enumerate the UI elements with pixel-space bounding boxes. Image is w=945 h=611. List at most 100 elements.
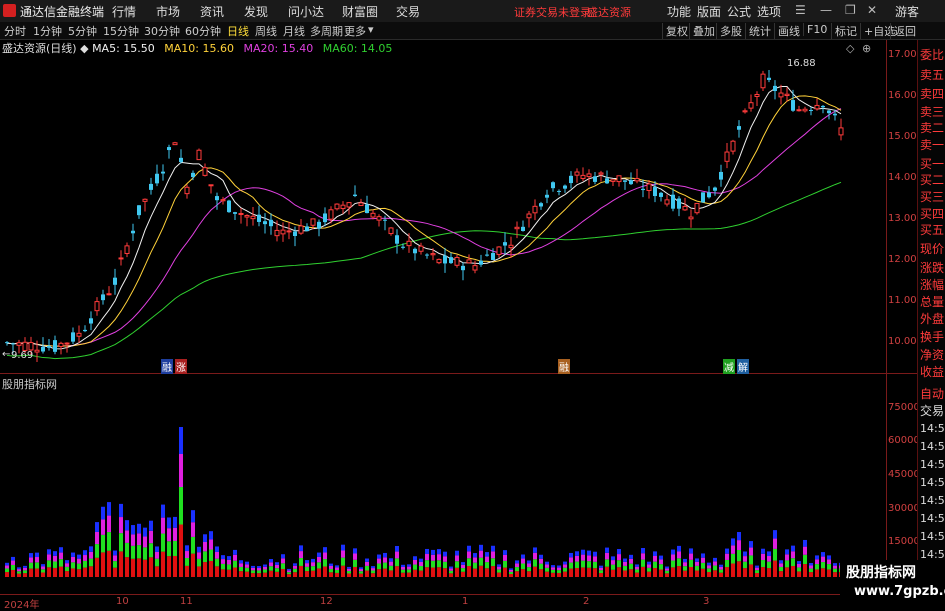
volume-bar xyxy=(167,556,171,577)
chevron-down-icon[interactable]: ▾ xyxy=(368,23,374,36)
quote-row[interactable]: 涨跌 xyxy=(920,259,944,276)
volume-bar xyxy=(449,570,453,574)
volume-bar xyxy=(215,566,219,577)
quote-row[interactable]: 买五 xyxy=(920,221,944,238)
menu-news[interactable]: 资讯 xyxy=(200,3,224,20)
volume-bar xyxy=(551,569,555,573)
close-icon[interactable]: ✕ xyxy=(867,3,877,17)
quote-row[interactable]: 净资 xyxy=(920,346,944,363)
volume-bar xyxy=(809,568,813,573)
volume-bar xyxy=(329,568,333,573)
volume-bar xyxy=(707,562,711,566)
volume-bar xyxy=(347,573,351,577)
volume-bar xyxy=(59,547,63,553)
menu-icon[interactable]: ☰ xyxy=(795,3,806,17)
quote-row[interactable]: 外盘 xyxy=(920,310,944,327)
menu-options[interactable]: 选项 xyxy=(757,3,781,20)
menu-discover[interactable]: 发现 xyxy=(244,3,268,20)
menu-trade[interactable]: 交易 xyxy=(396,3,420,20)
menu-xiaoda[interactable]: 问小达 xyxy=(288,3,324,20)
candle-body xyxy=(5,342,9,344)
period-daily[interactable]: 日线 xyxy=(227,23,249,39)
quote-row[interactable]: 买三 xyxy=(920,188,944,205)
quote-row[interactable]: 卖三 xyxy=(920,103,944,120)
quote-row[interactable]: 委比 xyxy=(920,46,944,63)
period-15min[interactable]: 15分钟 xyxy=(103,23,139,39)
volume-bar xyxy=(239,571,243,577)
volume-bar xyxy=(353,566,357,577)
event-marker[interactable]: 涨 xyxy=(175,359,187,374)
volume-bar xyxy=(521,558,525,564)
menu-function[interactable]: 功能 xyxy=(667,3,691,20)
quote-row[interactable]: 涨幅 xyxy=(920,276,944,293)
ma60-line xyxy=(6,181,842,360)
volume-bar xyxy=(653,568,657,577)
event-marker[interactable]: 融 xyxy=(161,359,173,374)
menu-layout[interactable]: 版面 xyxy=(697,3,721,20)
menu-formula[interactable]: 公式 xyxy=(727,3,751,20)
kline-chart[interactable] xyxy=(0,40,917,610)
menu-quotes[interactable]: 行情 xyxy=(112,3,136,20)
quote-row[interactable]: 卖二 xyxy=(920,119,944,136)
candle-body xyxy=(682,205,688,211)
menu-market[interactable]: 市场 xyxy=(156,3,180,20)
price-tick: 12.00 xyxy=(888,254,917,265)
minimize-icon[interactable]: — xyxy=(820,3,832,17)
quote-row[interactable]: 卖四 xyxy=(920,85,944,102)
volume-bar xyxy=(317,552,321,557)
candle-body xyxy=(539,203,543,207)
period-monthly[interactable]: 月线 xyxy=(283,23,305,39)
f10-button[interactable]: F10 xyxy=(803,23,827,36)
volume-bar xyxy=(23,567,27,571)
mark-button[interactable]: 标记 xyxy=(831,23,857,39)
overlay-button[interactable]: 叠加 xyxy=(689,23,715,39)
volume-bar xyxy=(461,562,465,565)
period-60min[interactable]: 60分钟 xyxy=(185,23,221,39)
period-30min[interactable]: 30分钟 xyxy=(144,23,180,39)
volume-bar xyxy=(251,570,255,574)
tab-trade[interactable]: 交易 xyxy=(920,402,944,419)
back-button[interactable]: 返回 xyxy=(890,23,916,39)
menu-wealth[interactable]: 财富圈 xyxy=(342,3,378,20)
multi-stock-button[interactable]: 多股 xyxy=(716,23,742,39)
candle-body xyxy=(58,342,64,347)
login-warning[interactable]: 证券交易未登录 xyxy=(514,4,591,20)
quote-row[interactable]: 买一 xyxy=(920,155,944,172)
volume-bar xyxy=(371,570,375,574)
volume-bar xyxy=(467,545,471,552)
stats-button[interactable]: 统计 xyxy=(745,23,771,39)
volume-bar xyxy=(767,561,771,569)
event-marker[interactable]: 解 xyxy=(737,359,749,374)
guest-label[interactable]: 游客 xyxy=(895,3,919,20)
time-label: 12 xyxy=(320,596,333,607)
volume-bar xyxy=(293,563,297,566)
quote-row[interactable]: 换手 xyxy=(920,328,944,345)
volume-bar xyxy=(425,548,429,555)
period-multi[interactable]: 多周期 xyxy=(310,23,343,39)
quote-row[interactable]: 总量 xyxy=(920,293,944,310)
quote-row[interactable]: 卖五 xyxy=(920,66,944,83)
volume-bar xyxy=(479,565,483,577)
period-more[interactable]: 更多 xyxy=(344,23,366,39)
maximize-icon[interactable]: ❐ xyxy=(845,3,856,17)
volume-bar xyxy=(65,563,69,567)
quote-row[interactable]: 现价 xyxy=(920,240,944,257)
event-marker[interactable]: 减 xyxy=(723,359,735,374)
period-tick[interactable]: 分时 xyxy=(4,23,26,39)
volume-bar xyxy=(59,559,63,567)
quote-row[interactable]: 买四 xyxy=(920,205,944,222)
draw-line-button[interactable]: 画线 xyxy=(774,23,800,39)
period-weekly[interactable]: 周线 xyxy=(255,23,277,39)
volume-bar xyxy=(815,569,819,577)
quote-row[interactable]: 卖一 xyxy=(920,136,944,153)
candle-body xyxy=(598,172,604,175)
volume-bar xyxy=(29,568,33,577)
adjust-button[interactable]: 复权 xyxy=(662,23,688,39)
event-marker[interactable]: 融 xyxy=(558,359,570,374)
quote-row[interactable]: 收益 xyxy=(920,363,944,380)
quote-row[interactable]: 买二 xyxy=(920,171,944,188)
period-5min[interactable]: 5分钟 xyxy=(68,23,97,39)
volume-bar xyxy=(347,570,351,574)
tab-auto[interactable]: 自动 xyxy=(920,385,944,402)
period-1min[interactable]: 1分钟 xyxy=(33,23,62,39)
